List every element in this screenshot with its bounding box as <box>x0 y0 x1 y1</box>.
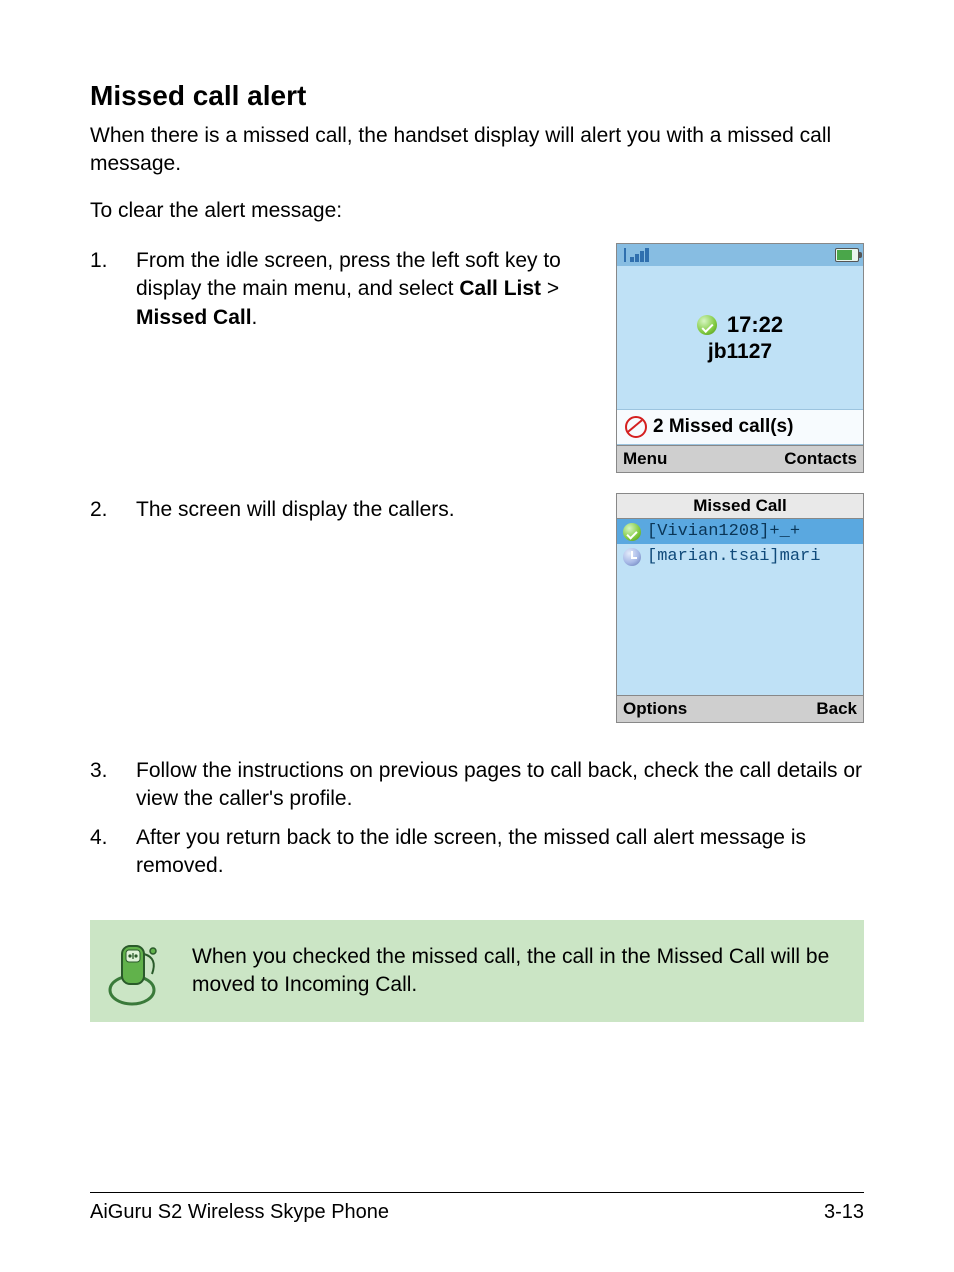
footer-product-name: AiGuru S2 Wireless Skype Phone <box>90 1201 389 1224</box>
step-text: The screen will display the callers. <box>136 496 580 524</box>
section-title: Missed call alert <box>90 80 864 112</box>
signal-icon <box>621 248 649 262</box>
caller-row[interactable]: [marian.tsai]mari <box>617 544 863 569</box>
step-1: 1. From the idle screen, press the left … <box>90 247 580 332</box>
note-box: When you checked the missed call, the ca… <box>90 920 864 1022</box>
screen-title: Missed Call <box>617 494 863 519</box>
step-text: From the idle screen, press the left sof… <box>136 247 580 332</box>
missed-call-alert: 2 Missed call(s) <box>617 409 863 445</box>
caller-name: [Vivian1208]+_+ <box>647 522 800 541</box>
bold-missed-call: Missed Call <box>136 306 252 329</box>
clear-instruction: To clear the alert message: <box>90 197 864 225</box>
page-footer: AiGuru S2 Wireless Skype Phone 3-13 <box>90 1192 864 1224</box>
text-fragment: > <box>541 277 559 300</box>
missed-call-text: 2 Missed call(s) <box>653 416 793 438</box>
step-number: 3. <box>90 757 136 814</box>
phone-screenshot-missed-list: Missed Call [Vivian1208]+_+ [marian.tsai… <box>616 493 864 723</box>
status-online-icon <box>697 315 717 335</box>
caller-name: [marian.tsai]mari <box>647 547 820 566</box>
text-fragment: . <box>252 306 258 329</box>
softkey-left-options[interactable]: Options <box>623 699 687 719</box>
softkey-left-menu[interactable]: Menu <box>623 449 667 469</box>
note-text: When you checked the missed call, the ca… <box>192 943 846 1000</box>
caller-list: [Vivian1208]+_+ [marian.tsai]mari <box>617 519 863 695</box>
step-text: Follow the instructions on previous page… <box>136 757 864 814</box>
footer-page-number: 3-13 <box>824 1201 864 1224</box>
battery-icon <box>835 248 859 262</box>
step-number: 4. <box>90 824 136 881</box>
softkey-right-contacts[interactable]: Contacts <box>784 449 857 469</box>
missed-call-icon <box>625 416 647 438</box>
caller-row-selected[interactable]: [Vivian1208]+_+ <box>617 519 863 544</box>
step-4: 4. After you return back to the idle scr… <box>90 824 864 881</box>
status-online-icon <box>623 523 641 541</box>
step-2: 2. The screen will display the callers. <box>90 496 580 524</box>
status-away-icon <box>623 548 641 566</box>
phone-screenshot-idle: 17:22 jb1127 2 Missed call(s) Menu Conta… <box>616 243 864 473</box>
step-3: 3. Follow the instructions on previous p… <box>90 757 864 814</box>
bold-call-list: Call List <box>459 277 541 300</box>
skype-username: jb1127 <box>708 340 772 364</box>
step-number: 1. <box>90 247 136 332</box>
step-text: After you return back to the idle screen… <box>136 824 864 881</box>
softkey-right-back[interactable]: Back <box>816 699 857 719</box>
note-mascot-icon <box>100 934 164 1008</box>
status-bar <box>617 244 863 266</box>
intro-paragraph: When there is a missed call, the handset… <box>90 122 864 179</box>
clock-time: 17:22 <box>727 312 783 338</box>
step-number: 2. <box>90 496 136 524</box>
